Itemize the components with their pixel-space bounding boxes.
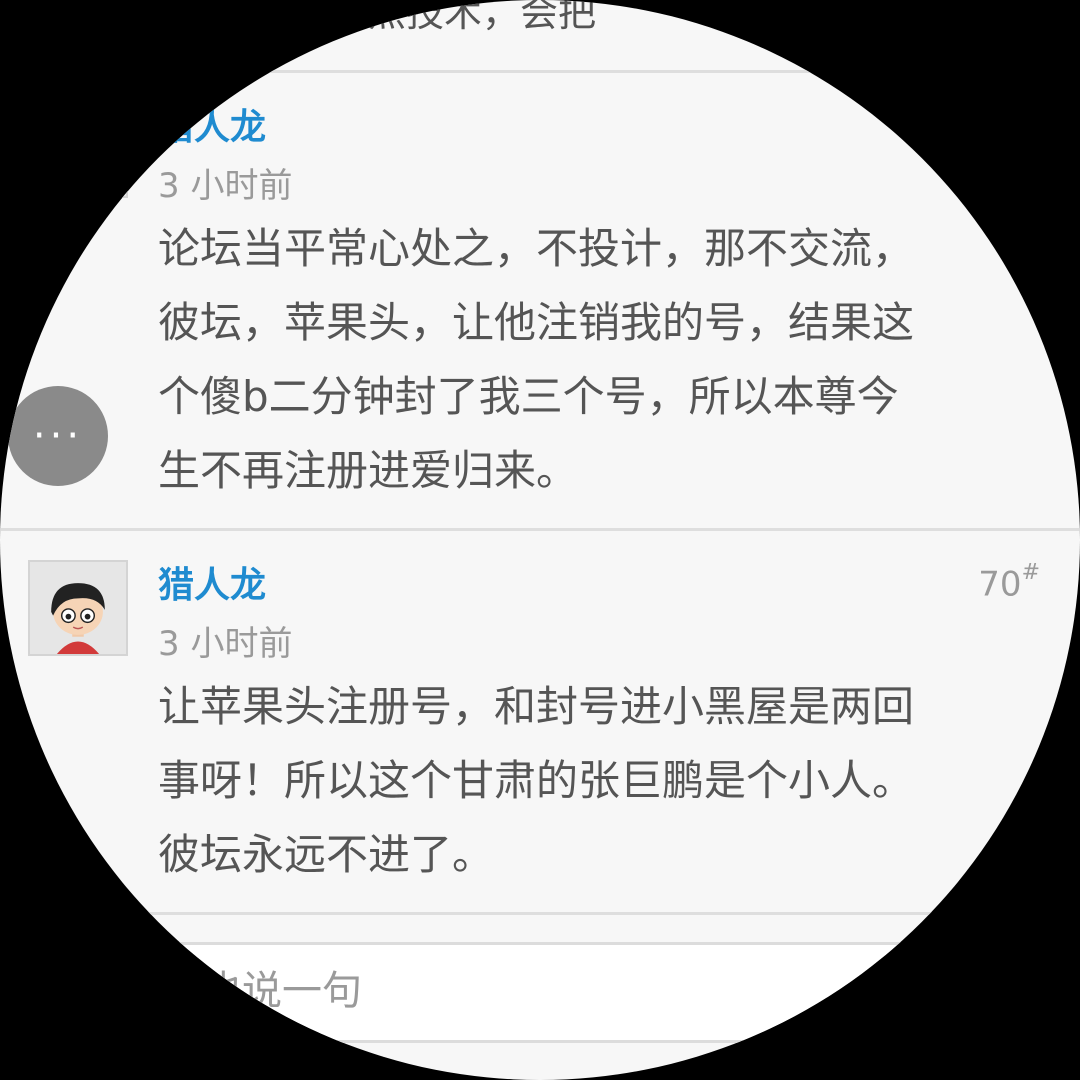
post-content: 让苹果头注册号，和封号进小黑屋是两回 事呀！所以这个甘肃的张巨鹏是个小人。 彼坛… [158, 682, 915, 879]
post-author[interactable]: 猎人龙 [158, 556, 266, 608]
screen: 装点技术，会把 猎人龙 3 小时前 论坛当平常心处之，不投计，那不交流， 彼坛，… [0, 0, 1080, 1080]
previous-post-content-partial: 装点技术，会把 [330, 0, 597, 35]
post-time: 3 小时前 [158, 624, 293, 664]
avatar[interactable] [28, 102, 128, 198]
divider [0, 912, 1080, 915]
more-button-label: ··· [32, 413, 84, 459]
avatar[interactable] [28, 560, 128, 656]
floor-number-value: 70 [978, 564, 1022, 605]
floor-number: 70# [978, 560, 1040, 605]
post-author[interactable]: 猎人龙 [158, 98, 266, 150]
floor-mark: # [1021, 560, 1040, 585]
reply-bar [0, 942, 1080, 1043]
more-dots-icon[interactable]: ··· [8, 386, 108, 486]
post-content: 论坛当平常心处之，不投计，那不交流， 彼坛，苹果头，让他注销我的号，结果这 个傻… [158, 224, 915, 495]
reply-input[interactable] [160, 967, 864, 1015]
post-time: 3 小时前 [158, 166, 293, 206]
divider [0, 70, 1080, 73]
cartoon-boy-avatar-icon [30, 562, 126, 654]
divider [0, 528, 1080, 531]
avatar-image [30, 104, 126, 196]
